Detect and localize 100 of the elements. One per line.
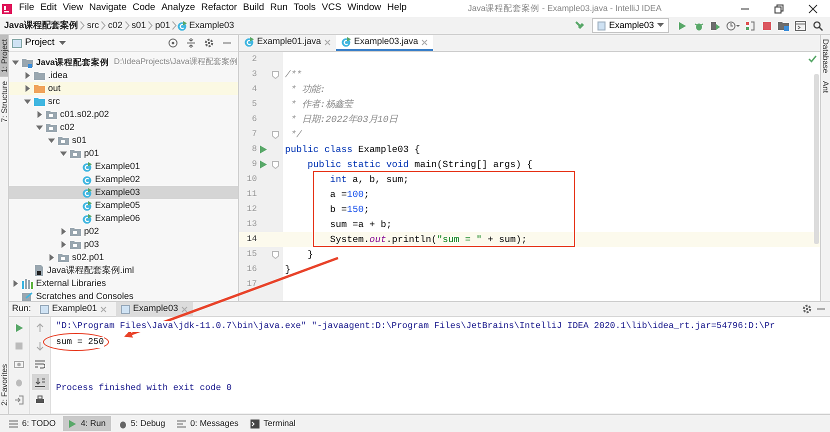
tree-row[interactable]: Java课程配套案例.iml <box>9 264 238 277</box>
menu-item[interactable]: Analyze <box>158 1 198 16</box>
scroll-to-end-button[interactable] <box>32 374 48 390</box>
tree-item-label: p03 <box>84 238 100 251</box>
tree-item-label: c02 <box>60 120 75 134</box>
code-line: * 功能: <box>290 83 327 97</box>
tree-item-label: s01 <box>72 134 87 147</box>
breadcrumb-item[interactable]: s01 <box>130 18 148 32</box>
tree-row[interactable]: p02 <box>9 225 238 238</box>
run-tab[interactable]: Example01 <box>35 302 112 316</box>
menu-item[interactable]: Navigate <box>86 1 130 16</box>
tree-row[interactable]: Example06 <box>9 212 238 225</box>
settings-icon <box>204 38 214 48</box>
menu-item[interactable]: Code <box>130 1 158 16</box>
expanded-arrow-icon[interactable] <box>24 98 31 105</box>
tree-row[interactable]: p03 <box>9 238 238 251</box>
code-line: */ <box>290 128 303 142</box>
expanded-arrow-icon[interactable] <box>12 59 19 66</box>
tree-item-label: Example01 <box>95 160 140 173</box>
editor-tab[interactable]: Example01.java <box>239 35 336 51</box>
collapsed-arrow-icon[interactable] <box>36 111 43 118</box>
tool-window-button[interactable]: 5: Debug <box>112 416 170 431</box>
tree-row[interactable]: Java课程配套案例 D:\IdeaProjects\Java课程配套案例 <box>9 56 238 69</box>
menu-item[interactable]: Help <box>384 1 410 16</box>
line-number: 6 <box>250 113 257 126</box>
restore-icon <box>773 4 785 14</box>
run-icon[interactable] <box>259 160 267 169</box>
tool-window-button[interactable]: 4: Run <box>62 416 111 431</box>
tree-row[interactable]: s01 <box>9 134 238 147</box>
collapsed-arrow-icon[interactable] <box>12 280 19 287</box>
scrollbar[interactable] <box>814 74 819 244</box>
fold-marker-icon[interactable] <box>272 70 278 78</box>
breadcrumb-item[interactable]: c02 <box>106 18 125 32</box>
runnable-class-icon <box>82 162 92 172</box>
tool-window-button[interactable]: 0: Messages <box>172 416 244 431</box>
tree-item-label: p02 <box>84 224 100 238</box>
editor-tab[interactable]: Example03.java <box>336 35 434 51</box>
tree-row[interactable]: out <box>9 82 238 95</box>
class-icon <box>82 174 92 184</box>
package-icon <box>70 226 81 236</box>
up-arrow-icon <box>35 323 45 333</box>
tree-row[interactable]: Example05 <box>9 199 238 212</box>
down-arrow-icon <box>35 341 45 351</box>
fold-marker-icon[interactable] <box>272 250 278 258</box>
tree-row[interactable]: src <box>9 95 238 108</box>
caret-icon <box>58 40 66 46</box>
tree-row[interactable]: Scratches and Consoles <box>9 290 238 301</box>
run-icon[interactable] <box>259 145 267 154</box>
menu-item[interactable]: File <box>16 1 38 16</box>
tool-window-tab[interactable]: 2: Favorites <box>0 360 8 410</box>
fold-marker-icon[interactable] <box>272 160 278 168</box>
settings-icon[interactable] <box>802 304 812 314</box>
window-title: Java课程配套案例 - Example03.java - IntelliJ IDEA <box>468 2 662 15</box>
code-line: b =150; <box>329 203 370 217</box>
collapse-button[interactable] <box>184 35 198 51</box>
login-icon <box>14 395 24 405</box>
menu-item[interactable]: Tools <box>290 1 319 16</box>
attach-icon <box>744 20 754 30</box>
chevron-icon <box>80 21 86 30</box>
run-configuration-dropdown[interactable]: Example03 <box>592 18 669 33</box>
line-number: 5 <box>250 98 257 111</box>
tree-row[interactable]: Example01 <box>9 160 238 173</box>
tree-row[interactable]: Example03 <box>9 186 238 199</box>
runnable-class-icon <box>82 200 92 210</box>
coverage-icon <box>710 20 721 30</box>
tree-row[interactable]: p01 <box>9 147 238 160</box>
line-number: 8 <box>250 143 257 156</box>
breadcrumb-item[interactable]: Example03 <box>187 18 236 32</box>
fold-marker-icon[interactable] <box>272 130 278 138</box>
highlight-ellipse <box>43 333 109 351</box>
menu-item[interactable]: Refactor <box>198 1 240 16</box>
tree-row[interactable]: .idea <box>9 69 238 82</box>
breadcrumb-item[interactable]: src <box>85 18 102 32</box>
menu-item[interactable]: VCS <box>318 1 344 16</box>
run-config-icon <box>40 304 50 314</box>
tool-window-button[interactable]: Terminal <box>245 416 301 431</box>
tool-window-tab[interactable]: 7: Structure <box>0 76 8 126</box>
project-view-dropdown[interactable]: Project <box>25 36 66 50</box>
tool-window-tab[interactable]: 1: Project <box>0 35 8 77</box>
code-line: public static void main(String[] args) { <box>306 158 534 172</box>
menu-item[interactable]: Build <box>240 1 268 16</box>
menu-item[interactable]: View <box>60 1 86 16</box>
tree-row[interactable]: c02 <box>9 121 238 134</box>
tree-row[interactable]: c01.s02.p02 <box>9 108 238 121</box>
tool-window-button[interactable]: 6: TODO <box>4 416 61 431</box>
breadcrumb-item[interactable]: Java课程配套案例 <box>2 18 80 32</box>
close-icon[interactable] <box>421 38 428 46</box>
tool-window-tab[interactable]: Ant <box>821 77 830 98</box>
menu-item[interactable]: Run <box>267 1 291 16</box>
tool-window-tab[interactable]: Database <box>821 35 830 78</box>
tree-row[interactable]: Example02 <box>9 173 238 186</box>
menu-item[interactable]: Edit <box>37 1 60 16</box>
tree-item-label: Example05 <box>95 198 140 212</box>
run-tab[interactable]: Example03 <box>116 302 194 316</box>
window-icon <box>795 20 806 30</box>
menu-item[interactable]: Window <box>344 1 384 16</box>
tree-row[interactable]: External Libraries <box>9 277 238 290</box>
tree-row[interactable]: s02.p01 <box>9 251 238 264</box>
breadcrumb-item[interactable]: p01 <box>153 18 172 32</box>
chevron-icon <box>172 21 178 30</box>
